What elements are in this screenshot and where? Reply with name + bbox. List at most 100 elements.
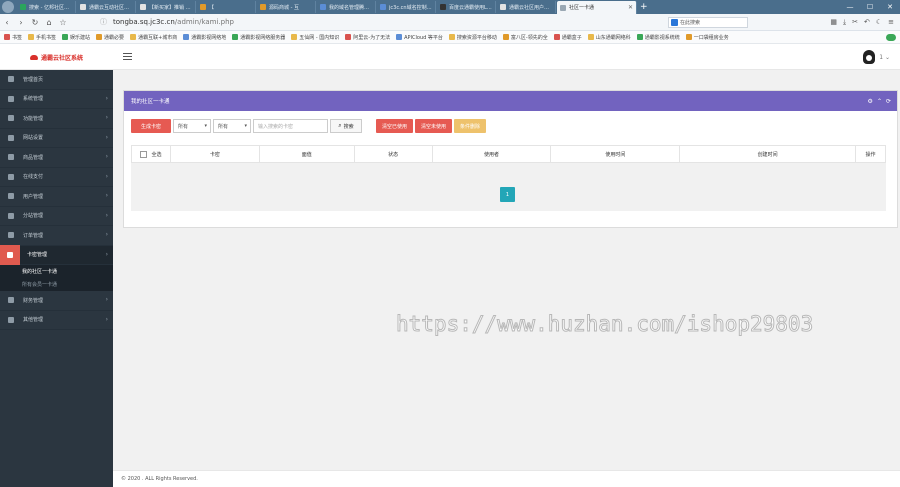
search-engine-icon [671,18,678,26]
select-all-header[interactable]: 全选 [132,146,171,162]
bookmark-item[interactable]: 通霸影视系统统 [636,34,680,41]
tab-favicon-icon [140,4,146,10]
user-menu[interactable]: 1 ⌄ [863,50,890,64]
bookmark-item[interactable]: 一口袋租房业务 [685,34,729,41]
browser-tab[interactable]: 【 [197,1,256,13]
bookmarks-toggle[interactable] [886,33,896,41]
browser-tab[interactable]: 【新买家】推销 - 营销中心 [137,1,196,13]
apps-grid-icon[interactable]: ▦ [830,18,837,27]
sidebar-item[interactable]: 用户管理 › [0,187,113,207]
bookmark-item[interactable]: 搜索资源平台移动 [448,34,497,41]
app-header: 通霸云社区系统 1 ⌄ [0,44,900,70]
bookmark-item[interactable]: 通霸必要 [96,34,124,41]
sidebar-item[interactable]: 订单管理 › [0,226,113,246]
site-info-icon[interactable]: ⓘ [100,17,107,27]
browser-tab[interactable]: 我的域名管理腾讯云 [317,1,376,13]
sidebar-item[interactable]: 其他管理 › [0,311,113,330]
bookmark-item[interactable]: 通霸影视网络地 [183,34,226,41]
sidebar-item[interactable]: 管理首页 [0,70,113,90]
night-mode-icon[interactable]: ☾ [876,18,882,27]
collapse-icon[interactable]: ⌃ [877,98,882,105]
home-icon [8,76,14,83]
forward-icon[interactable]: › [14,18,28,27]
chevron-right-icon: › [105,192,108,199]
submenu-item[interactable]: 我的社区一卡通 [0,265,113,278]
card-table: 全选 卡密 面值 状态 使用者 使用时间 创建时间 操作 1 [131,145,886,211]
menu-icon[interactable]: ≡ [888,18,894,27]
column-header: 创建时间 [680,146,857,162]
bookmark-item[interactable]: 五仙网 - 国内知识 [291,34,339,41]
minimize-icon[interactable]: — [840,3,860,11]
chevron-right-icon: › [105,315,108,323]
tab-favicon-icon [200,4,206,10]
column-header: 卡密 [171,146,260,162]
browser-tab[interactable]: jc3c.cn域名控制面板V2 [377,1,436,13]
card-search-input[interactable]: 输入搜索的卡密 [253,119,328,133]
maximize-icon[interactable]: ☐ [860,3,880,11]
sidebar-item[interactable]: 功能管理 › [0,109,113,129]
bookmark-item[interactable]: 山东通霸网络科 [587,34,631,41]
browser-profile-avatar[interactable] [2,1,14,13]
browser-tab[interactable]: 搜索 - 亿邦社区源码 - 渲 [17,1,76,13]
search-icon: ⌕ [338,122,342,129]
generate-card-button[interactable]: 生成卡密 [131,119,171,133]
bookmark-item[interactable]: 手机书签 [28,34,56,41]
conditional-delete-button[interactable]: 条件删除 [454,119,487,133]
search-button[interactable]: ⌕ 搜索 [330,119,362,133]
sidebar-item[interactable]: 卡密管理 › [0,245,113,265]
browser-tab[interactable]: 通霸云互动社区源码测试 [77,1,136,13]
bookmark-item[interactable]: 通霸影视网络服务器 [232,34,285,41]
close-window-icon[interactable]: ✕ [880,3,900,11]
settings-icon[interactable]: ⚙ [868,98,873,105]
home-icon[interactable]: ⌂ [42,18,56,27]
refresh-icon[interactable]: ⟳ [886,98,891,105]
sidebar-item[interactable]: 网站设置 › [0,129,113,148]
bookmark-item[interactable]: 富八区-领先的全 [502,34,548,41]
bookmark-item[interactable]: APICloud 等平台 [396,34,443,41]
reload-icon[interactable]: ↻ [28,18,42,27]
sidebar-item[interactable]: 系统管理 › [0,90,113,109]
status-filter-select[interactable]: 所有 [173,119,211,133]
system-icon [8,95,14,102]
select-all-checkbox[interactable] [140,150,148,158]
folder-icon [130,34,137,40]
clear-unused-button[interactable]: 清空未使用 [415,119,453,133]
bookmark-item[interactable]: 通霸盒子 [553,34,582,41]
clear-used-button[interactable]: 清空已使用 [376,119,414,133]
folder-icon [587,34,594,40]
bookmark-star-icon[interactable]: ☆ [56,18,70,27]
tab-favicon-icon [380,4,386,10]
app-logo[interactable]: 通霸云社区系统 [0,44,113,70]
sidebar-toggle-icon[interactable] [123,53,132,60]
page-1-button[interactable]: 1 [500,187,515,202]
close-tab-icon[interactable]: ✕ [628,4,633,11]
payment-cart-icon [8,173,14,180]
sidebar-item[interactable]: 财务管理 › [0,291,113,311]
scissors-icon[interactable]: ✂ [852,18,858,27]
back-icon[interactable]: ‹ [0,18,14,27]
undo-icon[interactable]: ↶ [864,18,870,27]
bookmark-item[interactable]: 娱乐建站 [62,34,90,41]
sidebar-item[interactable]: 在线支付 › [0,168,113,187]
new-tab-button[interactable]: + [640,2,648,12]
bookmark-item[interactable]: 阿里云-为了无法 [345,34,390,41]
sidebar-item[interactable]: 商品管理 › [0,148,113,168]
browser-tab[interactable]: 源码商城 - 互 [257,1,316,13]
bookmark-favicon-icon [553,34,560,40]
window-controls: — ☐ ✕ [840,3,900,11]
watermark-text: https://www.huzhan.com/ishop29803 [395,312,814,337]
sidebar: 管理首页 系统管理 › 功能管理 › 网站设置 › 商品管理 › 在线支付 › 用户管理 › 分站管理 › 订… [0,70,113,487]
submenu-item[interactable]: 所有会员一卡通 [0,278,113,291]
browser-search-box[interactable]: 在此搜索 [668,16,748,28]
column-header: 面值 [260,146,355,162]
url-field[interactable]: tongba.sq.jc3c.cn/admin/kami.php [113,18,668,26]
download-icon[interactable]: ⤓ [843,18,846,27]
browser-tab[interactable]: 通霸云社区用户管理系统 [497,1,556,13]
cloud-icon [30,54,38,60]
bookmark-item[interactable]: 通霸互联+城市商 [130,34,177,41]
browser-tab[interactable]: 百度云通霸使用Linux部 [437,1,496,13]
sidebar-item[interactable]: 分站管理 › [0,207,113,226]
bookmark-item[interactable]: 书签 [4,34,22,41]
browser-active-tab[interactable]: 社区一卡通 ✕ [557,1,637,14]
type-filter-select[interactable]: 所有 [213,119,251,133]
